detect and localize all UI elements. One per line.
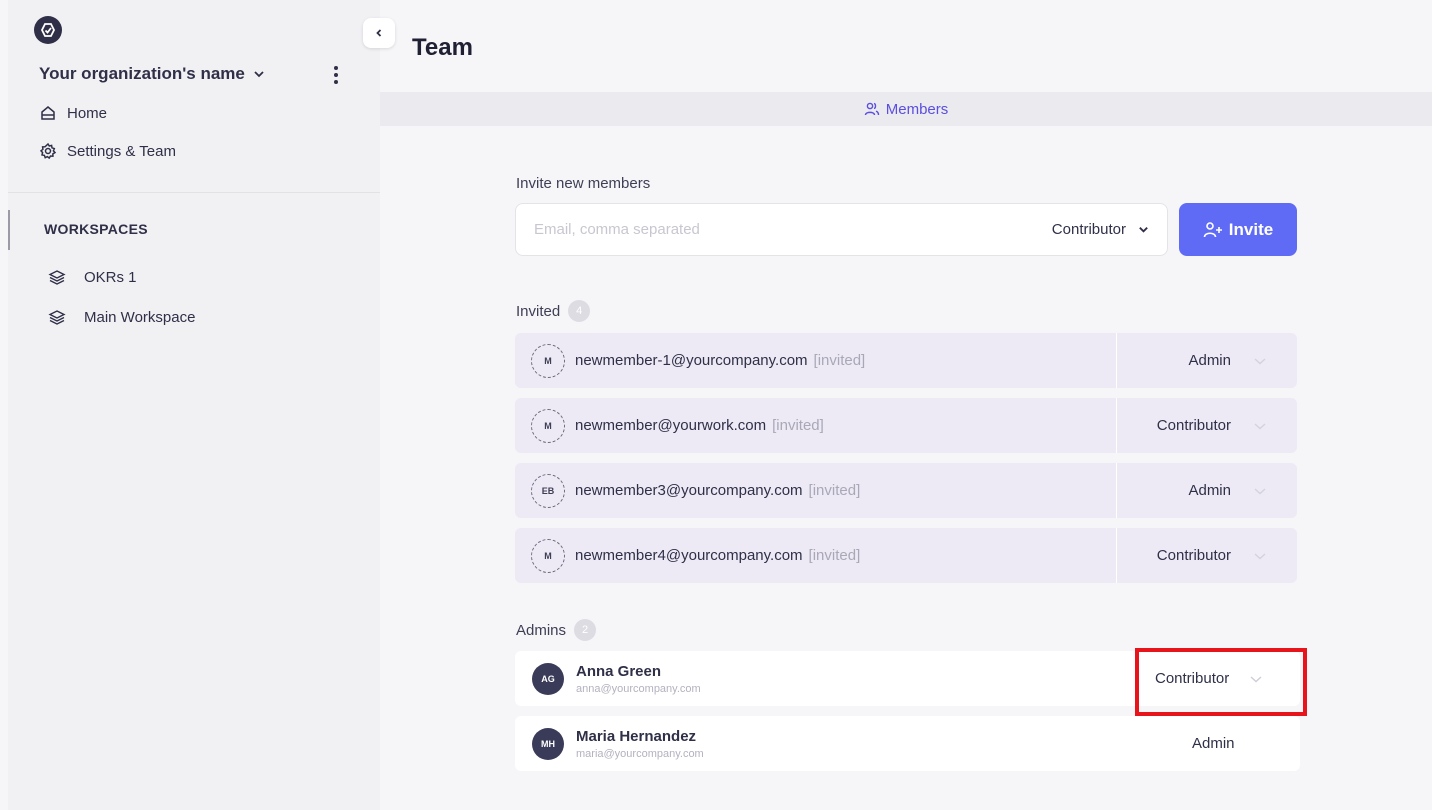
app-logo-icon[interactable] [34, 16, 62, 44]
window-edge [1432, 0, 1440, 810]
sidebar-item-label: Home [67, 104, 108, 122]
workspaces-heading: WORKSPACES [44, 221, 148, 237]
invited-tag: [invited] [808, 482, 861, 499]
table-row: M newmember@yourwork.com [invited] Contr… [515, 398, 1297, 453]
layers-icon [48, 310, 66, 325]
tab-members[interactable]: Members [864, 100, 949, 118]
invite-label: Invite new members [516, 175, 651, 192]
member-email: newmember3@yourcompany.com [575, 482, 803, 499]
member-info: Anna Green anna@yourcompany.com [576, 663, 701, 695]
role-value-static: Admin [1192, 716, 1235, 771]
role-value: Admin [1188, 352, 1231, 369]
add-user-icon [1203, 221, 1222, 237]
invite-role-select[interactable]: Contributor [1052, 221, 1149, 238]
tab-members-label: Members [885, 100, 949, 118]
invite-button[interactable]: Invite [1179, 203, 1297, 256]
chevron-down-icon [1139, 227, 1148, 233]
invited-label: Invited 4 [516, 300, 591, 322]
chevron-down-icon [1254, 357, 1266, 364]
invite-role-value: Contributor [1051, 221, 1126, 238]
invited-tag: [invited] [808, 547, 861, 564]
table-row: M newmember4@yourcompany.com [invited] C… [515, 528, 1297, 583]
chevron-down-icon [1254, 487, 1266, 494]
member-email: anna@yourcompany.com [576, 682, 701, 695]
invited-tag: [invited] [813, 352, 866, 369]
users-icon [864, 102, 879, 116]
sidebar-item-label: Main Workspace [84, 308, 196, 326]
org-name: Your organization's name [39, 64, 245, 83]
invite-box: Contributor [515, 203, 1168, 256]
sidebar-active-indicator [8, 210, 10, 250]
invite-email-input[interactable] [534, 221, 1052, 238]
role-value: Admin [1188, 482, 1231, 499]
role-dropdown[interactable]: Admin [1116, 463, 1297, 518]
member-email: newmember-1@yourcompany.com [575, 352, 808, 369]
home-icon [41, 106, 55, 120]
role-value: Admin [1192, 735, 1235, 752]
avatar: M [531, 538, 565, 573]
sidebar: Your organization's name Home Settings &… [8, 0, 380, 810]
avatar: EB [531, 473, 565, 508]
chevron-left-icon [376, 29, 382, 37]
tab-bar: Members [380, 92, 1432, 126]
table-row: EB newmember3@yourcompany.com [invited] … [515, 463, 1297, 518]
highlight-annotation [1135, 648, 1307, 716]
sidebar-item-label: Settings & Team [67, 142, 176, 160]
avatar: AG [532, 662, 564, 695]
role-value: Contributor [1156, 547, 1231, 564]
role-dropdown[interactable]: Admin [1116, 333, 1297, 388]
sidebar-item-settings-team[interactable]: Settings & Team [39, 142, 176, 160]
sidebar-item-okrs-1[interactable]: OKRs 1 [48, 268, 137, 286]
role-value: Contributor [1156, 417, 1231, 434]
avatar: M [531, 408, 565, 443]
invited-count-badge: 4 [568, 300, 591, 322]
chevron-down-icon [254, 71, 264, 78]
chevron-down-icon [1254, 422, 1266, 429]
member-email: maria@yourcompany.com [576, 747, 704, 760]
invite-button-label: Invite [1228, 219, 1274, 239]
table-row: MH Maria Hernandez maria@yourcompany.com… [515, 716, 1300, 771]
sidebar-divider [8, 192, 380, 193]
invited-tag: [invited] [772, 417, 824, 434]
collapse-sidebar-button[interactable] [363, 18, 395, 48]
member-name: Anna Green [576, 662, 662, 680]
member-email: newmember@yourwork.com [575, 417, 767, 434]
gear-icon [39, 142, 57, 160]
admins-label: Admins 2 [516, 619, 597, 641]
member-email: newmember4@yourcompany.com [575, 547, 803, 564]
avatar: MH [532, 727, 564, 760]
admins-count-badge: 2 [574, 619, 597, 641]
role-dropdown[interactable]: Contributor [1116, 398, 1297, 453]
chevron-down-icon [1254, 552, 1266, 559]
sidebar-item-home[interactable]: Home [39, 104, 107, 122]
avatar: M [531, 343, 565, 378]
role-dropdown[interactable]: Contributor [1116, 528, 1297, 583]
table-row: M newmember-1@yourcompany.com [invited] … [515, 333, 1297, 388]
more-options-icon[interactable] [328, 64, 344, 86]
member-name: Maria Hernandez [576, 727, 697, 745]
page-title: Team [412, 34, 473, 61]
layers-icon [48, 270, 66, 285]
org-switcher[interactable]: Your organization's name [39, 64, 265, 84]
sidebar-item-label: OKRs 1 [84, 268, 137, 286]
member-info: Maria Hernandez maria@yourcompany.com [576, 728, 704, 760]
sidebar-item-main-workspace[interactable]: Main Workspace [48, 308, 195, 326]
